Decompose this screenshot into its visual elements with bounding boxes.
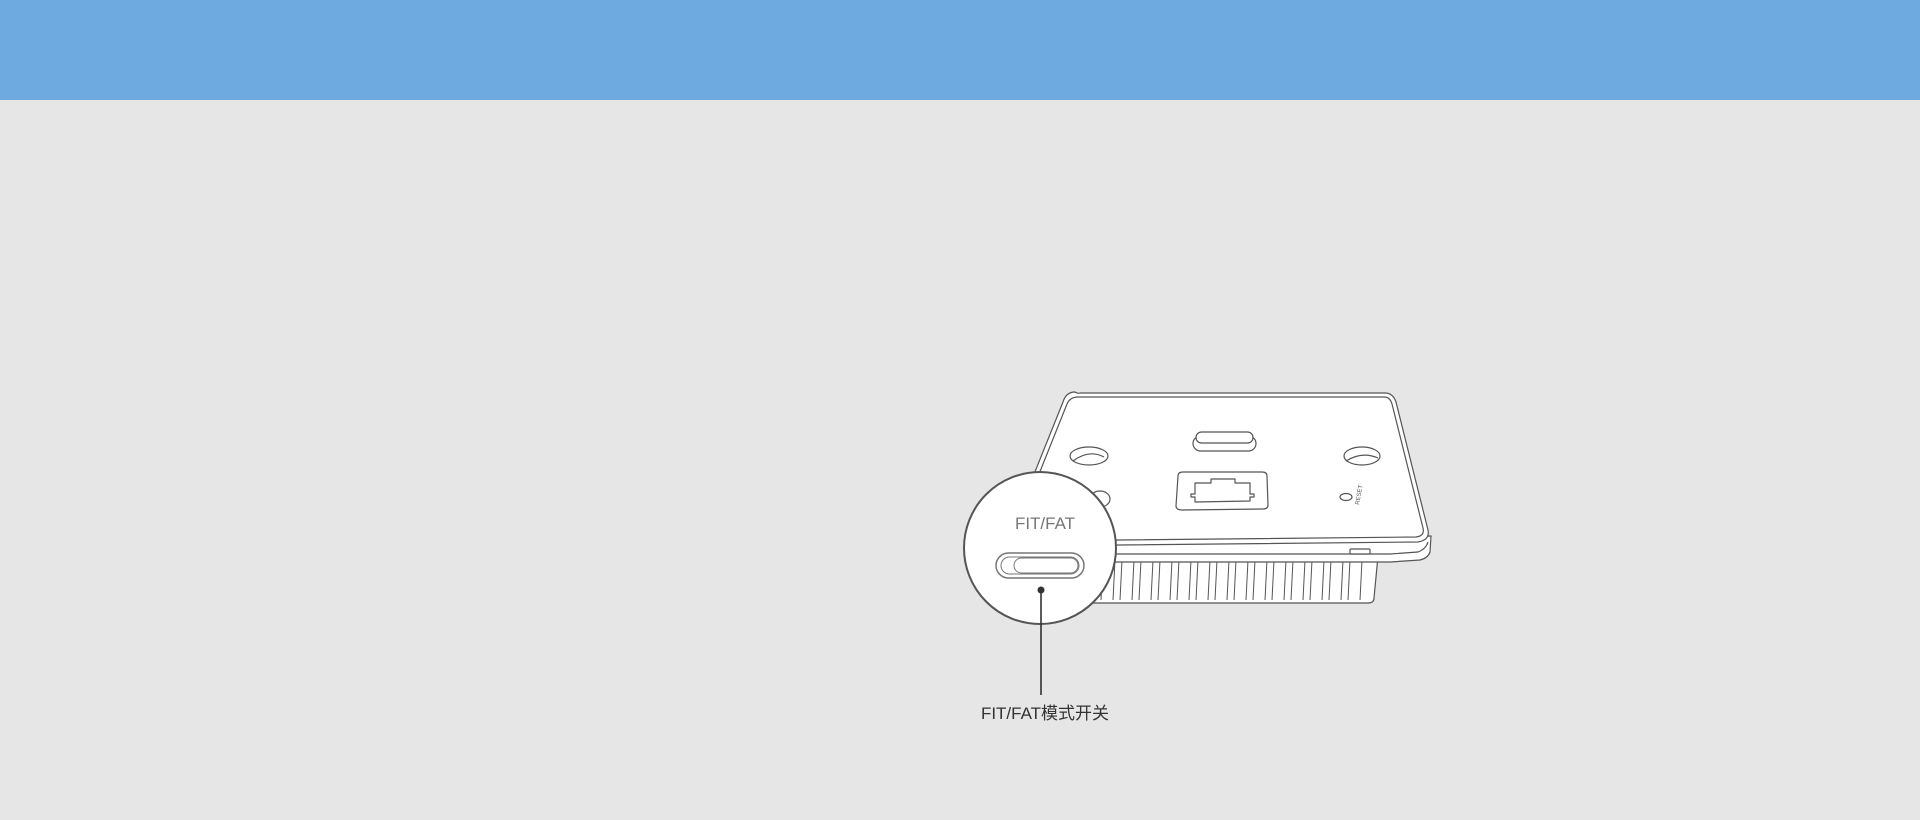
- zoom-circle: [963, 471, 1117, 625]
- ethernet-port: [1175, 471, 1269, 511]
- side-slot: [1349, 548, 1371, 555]
- top-slot: [1192, 431, 1257, 452]
- zoom-callout: FIT/FAT: [963, 471, 1117, 625]
- device-diagram: RESET FIT/FAT FIT/FAT模式开关: [963, 391, 1432, 723]
- mounting-hole-left: [1069, 446, 1109, 466]
- mounting-hole-right: [1343, 446, 1381, 466]
- zoom-switch-label: FIT/FAT: [1015, 514, 1075, 533]
- heat-sink-fins: [1081, 555, 1379, 604]
- annotation-label: FIT/FAT模式开关: [981, 704, 1109, 723]
- reset-pinhole: [1339, 492, 1353, 502]
